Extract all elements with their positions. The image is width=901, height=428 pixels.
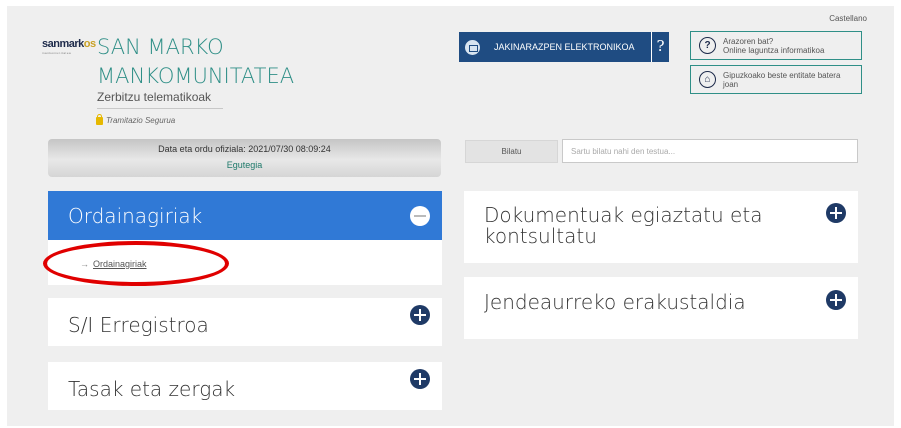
language-link[interactable]: Castellano (829, 14, 867, 23)
calendar-link[interactable]: Egutegia (48, 160, 441, 170)
card-title: S/I Erregistroa (68, 313, 209, 337)
help-line1: Arazoren bat? (723, 36, 774, 46)
card-title: Dokumentuak egiaztatu eta kontsultatu (484, 203, 763, 248)
org-subtitle: Zerbitzu telematikoak (97, 90, 223, 109)
card-title: Ordainagiriak (68, 203, 203, 228)
card-dokumentuak-header[interactable]: Dokumentuak egiaztatu eta kontsultatu (464, 191, 858, 247)
secure-label: Tramitazio Segurua (106, 116, 176, 125)
envelope-icon (465, 39, 480, 55)
logo-accent: os (83, 38, 96, 50)
online-help-link[interactable]: ? Arazoren bat? Online laguntza informat… (690, 31, 862, 60)
official-time: Data eta ordu ofiziala: 2021/07/30 08:09… (158, 144, 331, 154)
card-title: Tasak eta zergak (68, 377, 236, 401)
help-icon[interactable]: ? (651, 32, 669, 62)
ordainagiriak-sublink[interactable]: → Ordainagiriak (80, 259, 147, 269)
search-input[interactable] (562, 139, 858, 163)
card-tasak-header[interactable]: Tasak eta zergak (48, 362, 442, 410)
other-entity-link[interactable]: ⌂ Gipuzkoako beste entitate batera joan (690, 65, 862, 94)
search-button[interactable]: Bilatu (465, 140, 558, 163)
sublink-label: Ordainagiriak (93, 259, 147, 269)
lock-icon (96, 113, 103, 125)
expand-icon[interactable] (410, 305, 430, 325)
logo-subtext: mankomunitatea (42, 51, 72, 55)
logo: sanmarkos (42, 38, 96, 50)
org-title-line2: MANKOMUNITATEA (97, 64, 295, 88)
entity-line1: Gipuzkoako beste entitate batera (723, 70, 841, 80)
card-jendeaurreko[interactable]: Jendeaurreko erakustaldia (464, 277, 858, 339)
expand-icon[interactable] (410, 369, 430, 389)
official-date-bar: Data eta ordu ofiziala: 2021/07/30 08:09… (48, 139, 441, 177)
logo-text: sanmark (42, 38, 84, 50)
org-title-line1: SAN MARKO (97, 35, 224, 59)
notifications-label: JAKINARAZPEN ELEKTRONIKOA (494, 42, 635, 52)
expand-icon[interactable] (826, 290, 846, 310)
card-jendeaurreko-header[interactable]: Jendeaurreko erakustaldia (464, 277, 858, 314)
card-tasak[interactable]: Tasak eta zergak (48, 362, 442, 410)
electronic-notifications-button[interactable]: JAKINARAZPEN ELEKTRONIKOA ? (459, 32, 669, 62)
org-title: SAN MARKO MANKOMUNITATEA (97, 33, 294, 91)
card-ordainagiriak: Ordainagiriak → Ordainagiriak (48, 191, 442, 285)
help-line2: Online laguntza informatikoa (723, 45, 825, 55)
entity-line2: joan (723, 79, 739, 89)
building-icon: ⌂ (699, 71, 716, 88)
collapse-icon[interactable] (410, 205, 430, 226)
question-icon: ? (699, 37, 716, 54)
card-erregistroa[interactable]: S/I Erregistroa (48, 298, 442, 346)
arrow-right-icon: → (80, 259, 89, 269)
card-erregistroa-header[interactable]: S/I Erregistroa (48, 298, 442, 346)
expand-icon[interactable] (826, 203, 846, 223)
card-title: Jendeaurreko erakustaldia (484, 290, 746, 314)
card-ordainagiriak-header[interactable]: Ordainagiriak (48, 191, 442, 240)
card-dokumentuak[interactable]: Dokumentuak egiaztatu eta kontsultatu (464, 191, 858, 263)
secure-indicator: Tramitazio Segurua (96, 113, 176, 125)
